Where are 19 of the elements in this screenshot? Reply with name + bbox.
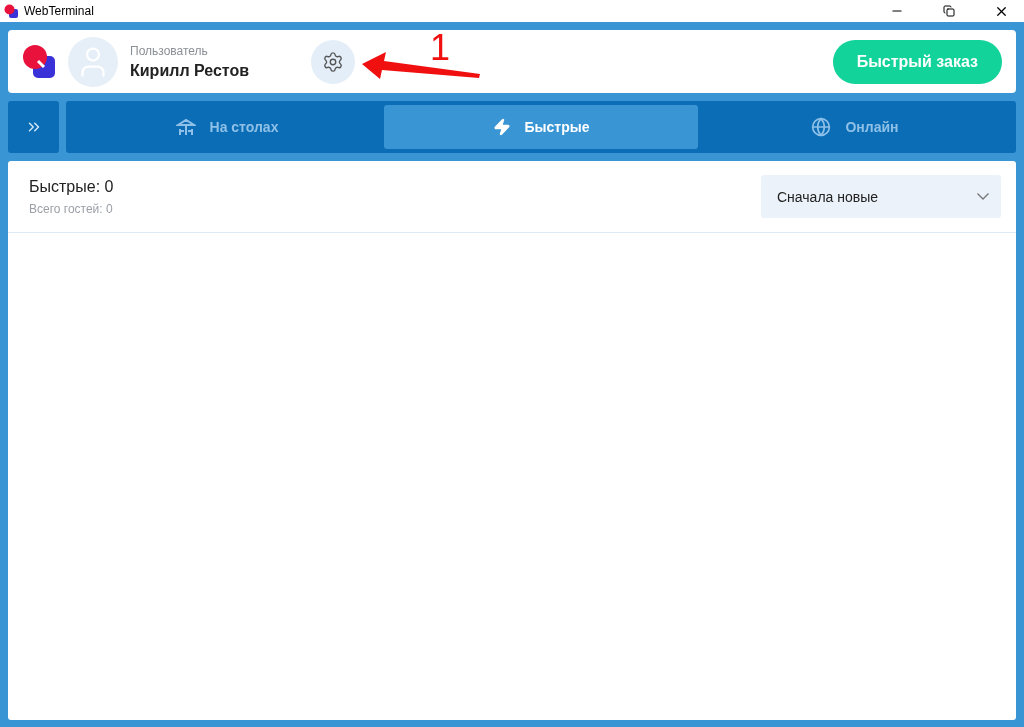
tab[interactable]: На столах	[70, 105, 384, 149]
lightning-icon	[492, 118, 511, 136]
user-name: Кирилл Рестов	[130, 61, 250, 80]
restore-icon	[943, 5, 955, 17]
tab[interactable]: Быстрые	[384, 105, 698, 149]
globe-icon	[811, 117, 832, 137]
quick-order-button[interactable]: Быстрый заказ	[832, 39, 1002, 84]
user-caption: Пользователь	[130, 43, 209, 58]
settings-icon	[322, 50, 345, 73]
app-logo-icon	[4, 4, 18, 18]
annotation-number: 1	[430, 30, 451, 66]
tab[interactable]: Онлайн	[698, 105, 1012, 149]
chevron-down-icon	[977, 193, 989, 200]
window-title: WebTerminal	[24, 4, 95, 18]
sort-dropdown[interactable]: Сначала новые	[761, 175, 1001, 218]
orders-count: Быстрые: 0	[29, 177, 114, 196]
guests-count: Всего гостей: 0	[29, 201, 114, 216]
app-logo-icon	[22, 43, 56, 80]
table-umbrella-icon	[175, 117, 196, 137]
